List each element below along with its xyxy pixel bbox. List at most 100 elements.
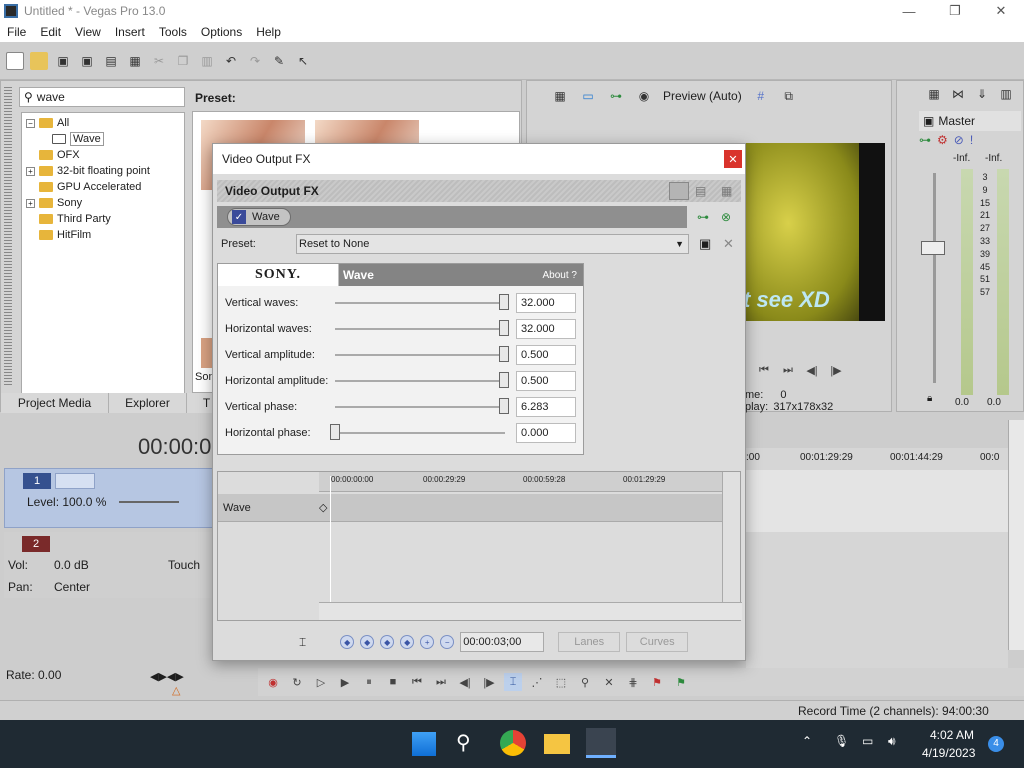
menu-options[interactable]: Options [194, 25, 249, 39]
menu-insert[interactable]: Insert [108, 25, 152, 39]
region-icon[interactable]: ⚑ [672, 673, 690, 691]
wave-keyframe-lane[interactable]: Wave ◇ [218, 494, 723, 522]
menu-file[interactable]: File [0, 25, 33, 39]
track-2-touch[interactable]: Touch [168, 558, 200, 572]
play-from-start-icon[interactable]: ▷ [312, 673, 330, 691]
enable-snapping-icon[interactable]: ✎ [270, 52, 288, 70]
master-fader[interactable] [921, 241, 945, 255]
param-slider-track[interactable] [335, 354, 505, 356]
add-keyframe-icon[interactable]: + [420, 635, 435, 649]
envelope-tool-icon[interactable]: ⋰ [528, 673, 546, 691]
new-file-icon[interactable] [6, 51, 24, 70]
param-value-input[interactable]: 0.500 [516, 345, 576, 365]
dim-icon[interactable]: ▥ [997, 85, 1015, 103]
close-window-button[interactable]: ✕ [978, 0, 1024, 22]
dialog-title-bar[interactable]: Video Output FX [213, 144, 745, 174]
notification-badge[interactable]: 4 [988, 736, 1004, 752]
cursor-time-field[interactable]: 00:00:03;00 [460, 632, 545, 652]
sync-cursor-icon[interactable]: ⌶ [299, 635, 306, 650]
open-folder-icon[interactable] [30, 51, 48, 70]
tree-item-sony[interactable]: + Sony [26, 195, 184, 211]
delete-preset-icon[interactable]: ✕ [723, 236, 734, 252]
param-value-input[interactable]: 6.283 [516, 397, 576, 417]
search-taskbar-icon[interactable]: ⚲ [456, 730, 471, 755]
first-keyframe-icon[interactable]: ◆ [340, 635, 355, 649]
undo-icon[interactable]: ↶ [222, 52, 240, 70]
param-value-input[interactable]: 32.000 [516, 319, 576, 339]
pause-icon[interactable]: ⏸ [360, 673, 378, 691]
play-icon[interactable]: ▶ [336, 673, 354, 691]
track-1-level-slider[interactable] [119, 501, 179, 503]
master-gear-icon[interactable]: ⚙ [937, 133, 948, 147]
track-1-header[interactable]: 1 Level: 100.0 % [4, 468, 214, 528]
tab-explorer[interactable]: Explorer [109, 393, 187, 413]
chain-list-icon[interactable]: ▤ [695, 184, 706, 198]
master-fx-icon[interactable]: ⊶ [919, 133, 931, 147]
stop-icon[interactable]: ■ [384, 673, 402, 691]
tree-item-32bit[interactable]: +32-bit floating point [26, 163, 184, 179]
vegas-taskbar-icon[interactable] [586, 728, 616, 758]
chrome-icon[interactable] [500, 730, 526, 756]
tree-item-hitfilm[interactable]: HitFilm [26, 227, 184, 243]
what-is-this-icon[interactable]: ↖ [294, 52, 312, 70]
save-icon[interactable]: ▣ [54, 52, 72, 70]
prev-frame-icon[interactable]: ⏮ [755, 361, 773, 379]
param-slider-thumb[interactable] [499, 346, 509, 362]
step-back-icon[interactable]: ◀| [803, 361, 821, 379]
delete-icon[interactable]: ✕ [600, 673, 618, 691]
copy-snapshot-icon[interactable]: ⧉ [780, 87, 798, 105]
properties-icon[interactable]: ▦ [126, 52, 144, 70]
chain-grid-icon[interactable]: ▦ [721, 184, 732, 198]
trim-icon[interactable]: ⋕ [624, 673, 642, 691]
save-preset-icon[interactable]: ▣ [699, 236, 711, 252]
record-icon[interactable]: ◉ [264, 673, 282, 691]
rate-slider-icon[interactable]: ◀▶◀▶ [150, 670, 184, 683]
param-slider-thumb[interactable] [499, 294, 509, 310]
windows-start-icon[interactable] [412, 732, 436, 756]
track-2-header[interactable]: 2 Vol: 0.0 dB Touch Pan: Center [4, 532, 214, 598]
keyframe-cursor[interactable] [330, 476, 331, 602]
param-slider-track[interactable] [335, 302, 505, 304]
search-input[interactable]: ⚲ wave [19, 87, 185, 107]
split-screen-icon[interactable]: ◉ [635, 87, 653, 105]
keyframe-vscroll[interactable] [722, 472, 740, 602]
menu-tools[interactable]: Tools [152, 25, 194, 39]
minimize-button[interactable]: — [886, 0, 932, 22]
param-slider-track[interactable] [335, 380, 505, 382]
master-solo-icon[interactable]: ! [970, 133, 973, 147]
zoom-tool-icon[interactable]: ⚲ [576, 673, 594, 691]
about-button[interactable]: About ? [543, 270, 577, 281]
plugin-chain-icon[interactable]: ⊶ [697, 210, 709, 224]
preset-dropdown[interactable]: Reset to None ▼ [296, 234, 689, 254]
param-slider-track[interactable] [335, 406, 505, 408]
next-frame-icon[interactable]: ⏭ [779, 361, 797, 379]
tree-item-wave[interactable]: Wave [26, 131, 184, 147]
param-value-input[interactable]: 32.000 [516, 293, 576, 313]
video-fx-icon[interactable]: ⊶ [607, 87, 625, 105]
selection-tool-icon[interactable]: ⬚ [552, 673, 570, 691]
marker-icon[interactable]: ⚑ [648, 673, 666, 691]
remove-plugin-icon[interactable]: ⊗ [721, 210, 731, 224]
next-keyframe-icon[interactable]: ◆ [380, 635, 395, 649]
external-monitor-icon[interactable]: ▭ [579, 87, 597, 105]
param-slider-thumb[interactable] [499, 320, 509, 336]
next-frame-main-icon[interactable]: |▶ [480, 673, 498, 691]
paste-icon[interactable]: ▥ [198, 52, 216, 70]
menu-edit[interactable]: Edit [33, 25, 68, 39]
tree-item-gpu[interactable]: GPU Accelerated [26, 179, 184, 195]
go-to-end-icon[interactable]: ⏭ [432, 673, 450, 691]
param-slider-thumb[interactable] [499, 398, 509, 414]
file-explorer-icon[interactable] [544, 734, 570, 754]
preview-properties-icon[interactable]: ▦ [551, 87, 569, 105]
overlays-icon[interactable]: # [752, 87, 770, 105]
param-value-input[interactable]: 0.000 [516, 423, 576, 443]
copy-icon[interactable]: ❐ [174, 52, 192, 70]
render-icon[interactable]: ▤ [102, 52, 120, 70]
go-to-start-icon[interactable]: ⏮ [408, 673, 426, 691]
curves-button[interactable]: Curves [626, 632, 689, 652]
panel-grip[interactable] [4, 87, 12, 387]
preview-quality-dropdown[interactable]: Preview (Auto) [663, 89, 742, 103]
fx-chip-wave[interactable]: ✓ Wave [227, 208, 291, 226]
chain-view-icon[interactable] [669, 182, 689, 200]
normal-edit-tool-icon[interactable]: ⌶ [504, 673, 522, 691]
